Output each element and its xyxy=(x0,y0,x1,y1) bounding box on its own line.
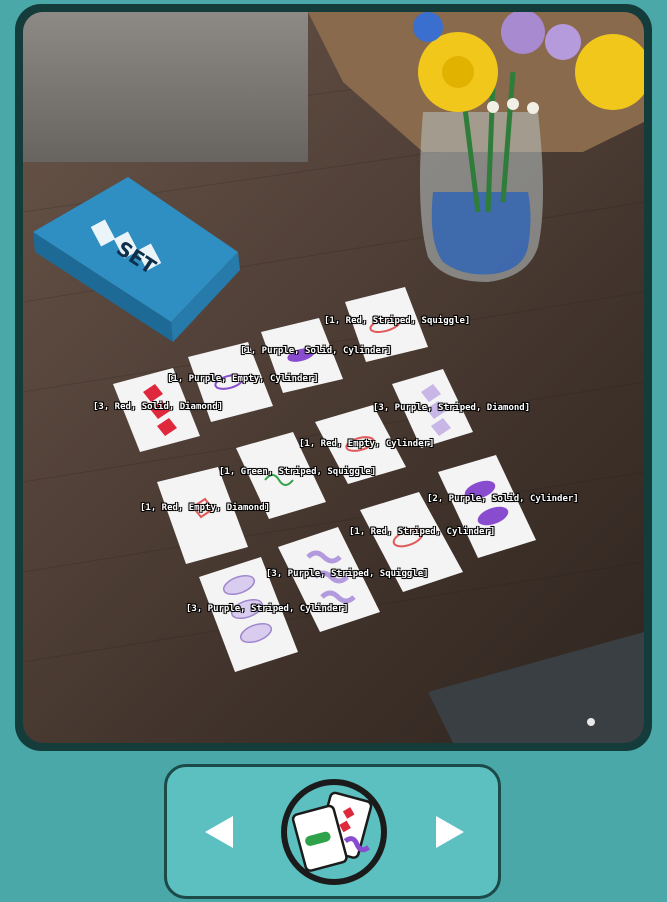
card-label: [3, Purple, Striped, Squiggle] xyxy=(266,569,429,579)
card-label: [1, Red, Empty, Diamond] xyxy=(140,503,271,513)
card-label: [1, Purple, Empty, Cylinder] xyxy=(167,374,319,384)
card-label: [3, Purple, Striped, Cylinder] xyxy=(186,604,349,614)
flower-vase xyxy=(413,12,644,282)
floor-sticker xyxy=(587,718,595,726)
card xyxy=(278,527,380,632)
floor-rug xyxy=(428,632,644,743)
logo-cards-icon xyxy=(291,791,373,872)
previous-arrow-icon[interactable] xyxy=(205,816,233,848)
card-label: [3, Red, Solid, Diamond] xyxy=(93,402,224,412)
table-scene: SET xyxy=(23,12,644,743)
card-label: [3, Purple, Striped, Diamond] xyxy=(373,403,531,413)
card-label: [1, Green, Striped, Squiggle] xyxy=(219,467,377,477)
card-label: [1, Purple, Solid, Cylinder] xyxy=(240,346,392,356)
camera-photo: SET [1, Red, Striped, Squiggle] [1, Purp… xyxy=(23,12,644,743)
card-label: [1, Red, Striped, Cylinder] xyxy=(349,527,496,537)
cards xyxy=(113,287,536,672)
navigation-panel xyxy=(164,764,501,899)
card-label: [2, Purple, Solid, Cylinder] xyxy=(427,494,579,504)
next-arrow-icon[interactable] xyxy=(436,816,464,848)
card xyxy=(157,467,248,564)
set-cards-logo-icon[interactable] xyxy=(281,779,387,885)
card-label: [1, Red, Striped, Squiggle] xyxy=(324,316,471,326)
card-label: [1, Red, Empty, Cylinder] xyxy=(299,439,435,449)
card xyxy=(438,455,536,558)
set-game-box: SET xyxy=(33,177,240,342)
photo-frame: SET [1, Red, Striped, Squiggle] [1, Purp… xyxy=(15,4,652,751)
